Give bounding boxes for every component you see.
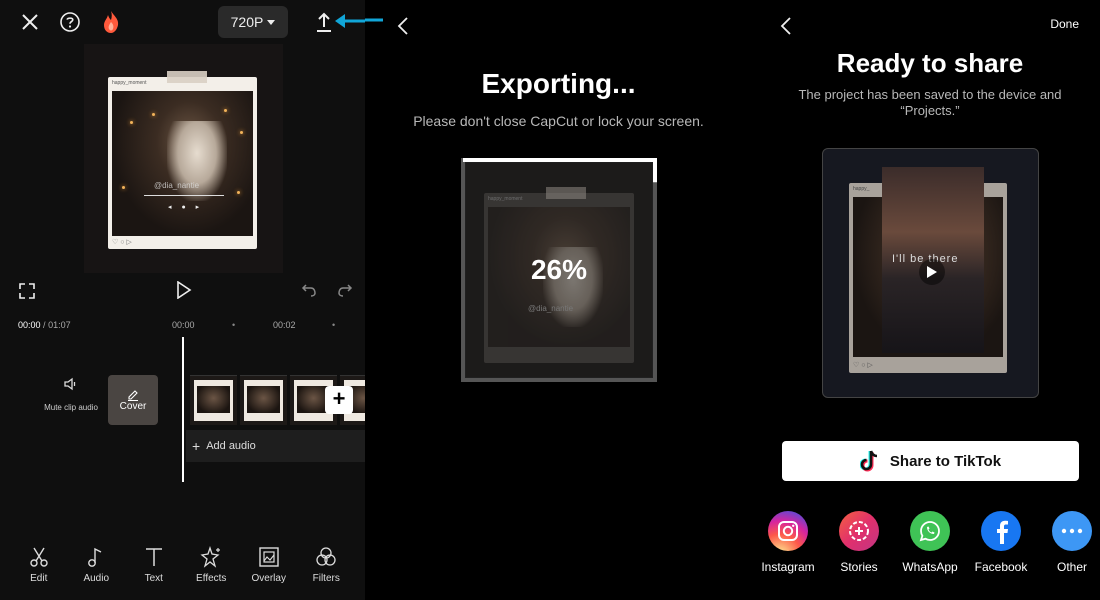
tiktok-icon xyxy=(859,450,878,472)
mute-clip-audio-label: Mute clip audio xyxy=(44,403,98,412)
resolution-dropdown[interactable]: 720P xyxy=(218,6,288,38)
fullscreen-icon[interactable] xyxy=(16,280,38,302)
share-other-button[interactable]: Other xyxy=(1036,511,1100,574)
instagram-frame-graphic: happy_moment @dia_nantie ◂ ● ▸ ♡ ○ ▷ xyxy=(108,77,257,249)
overlay-image-icon xyxy=(259,547,279,567)
preview-caption: @dia_nantie xyxy=(154,181,200,190)
play-icon[interactable] xyxy=(919,259,945,285)
tool-filters[interactable]: Filters xyxy=(301,546,351,584)
share-target-label: Facebook xyxy=(974,560,1028,574)
timecode-current: 00:00 xyxy=(18,320,41,330)
preview-username: happy_ xyxy=(853,186,870,192)
play-icon[interactable] xyxy=(172,278,196,302)
tool-edit[interactable]: Edit xyxy=(14,546,64,584)
undo-icon[interactable] xyxy=(299,280,319,300)
share-target-label: Instagram xyxy=(761,560,815,574)
tool-audio[interactable]: Audio xyxy=(71,546,121,584)
close-icon[interactable] xyxy=(18,10,42,34)
share-to-tiktok-button[interactable]: Share to TikTok xyxy=(782,441,1079,481)
back-chevron-icon[interactable] xyxy=(393,14,413,38)
ready-subtitle: The project has been saved to the device… xyxy=(798,87,1062,118)
timecode-total: 01:07 xyxy=(48,320,71,330)
help-icon[interactable] xyxy=(58,10,82,34)
cover-label: Cover xyxy=(119,400,147,412)
mute-clip-audio-button[interactable]: Mute clip audio xyxy=(43,376,99,412)
share-target-label: WhatsApp xyxy=(902,560,958,574)
ruler-mark: 00:02 xyxy=(273,320,296,330)
progress-border xyxy=(461,158,657,382)
tool-label: Text xyxy=(144,573,163,584)
share-stories-button[interactable]: Stories xyxy=(823,511,895,574)
plus-icon: + xyxy=(192,438,201,454)
text-icon xyxy=(145,548,162,566)
stories-icon xyxy=(839,511,879,551)
add-audio-label: Add audio xyxy=(206,440,256,452)
exported-video-preview[interactable]: happy_ ♡ ○ ▷ I'll be there xyxy=(822,148,1039,398)
tool-effects[interactable]: Effects xyxy=(186,546,236,584)
resolution-label: 720P xyxy=(230,14,264,30)
scissors-icon xyxy=(30,547,48,567)
share-instagram-button[interactable]: Instagram xyxy=(752,511,824,574)
fire-icon[interactable] xyxy=(99,9,123,35)
exporting-panel: Exporting... Please don't close CapCut o… xyxy=(365,0,752,600)
editor-panel: 720P happy_moment @dia_nantie ◂ ● ▸ ♡ ○ … xyxy=(0,0,365,600)
clip-thumbnail[interactable] xyxy=(190,375,237,425)
add-clip-button[interactable]: + xyxy=(325,386,353,414)
redo-icon[interactable] xyxy=(335,280,355,300)
more-dots-icon xyxy=(1052,511,1092,551)
chevron-down-icon xyxy=(267,19,276,25)
sparkle-star-icon xyxy=(200,546,221,568)
tool-label: Audio xyxy=(83,573,110,584)
export-progress-preview: happy_moment @dia_nantie 26% xyxy=(461,158,657,382)
exporting-subtitle: Please don't close CapCut or lock your s… xyxy=(413,113,704,129)
tool-label: Effects xyxy=(196,573,227,584)
clip-thumbnail[interactable] xyxy=(240,375,287,425)
playhead[interactable] xyxy=(182,337,184,482)
timecode: 00:00 / 01:07 xyxy=(18,320,71,330)
cover-button[interactable]: Cover xyxy=(108,375,158,425)
done-button[interactable]: Done xyxy=(1050,17,1079,31)
whatsapp-icon xyxy=(910,511,950,551)
exporting-title: Exporting... xyxy=(481,68,636,99)
tool-overlay[interactable]: Overlay xyxy=(244,546,294,584)
bottom-toolbar: Edit Audio Text Effects Overlay Filters xyxy=(0,546,365,584)
facebook-icon xyxy=(981,511,1021,551)
share-target-label: Stories xyxy=(840,560,878,574)
tool-text[interactable]: Text xyxy=(129,546,179,584)
music-note-icon xyxy=(88,547,102,567)
instagram-icon xyxy=(768,511,808,551)
share-to-tiktok-label: Share to TikTok xyxy=(889,452,1002,470)
share-whatsapp-button[interactable]: WhatsApp xyxy=(894,511,966,574)
preview-username: happy_moment xyxy=(112,80,147,86)
tool-label: Edit xyxy=(30,573,48,584)
share-facebook-button[interactable]: Facebook xyxy=(965,511,1037,574)
filters-circles-icon xyxy=(316,547,336,566)
annotation-arrow xyxy=(335,14,365,28)
pencil-icon xyxy=(128,389,138,401)
tool-label: Overlay xyxy=(251,573,286,584)
speaker-icon xyxy=(64,377,76,391)
share-target-label: Other xyxy=(1056,560,1087,574)
share-targets: Instagram Stories WhatsApp Facebook Othe… xyxy=(752,511,1100,581)
back-chevron-icon[interactable] xyxy=(776,14,796,38)
tool-label: Filters xyxy=(312,573,340,584)
add-audio-button[interactable]: + Add audio xyxy=(186,430,365,462)
ready-title: Ready to share xyxy=(836,48,1024,78)
share-panel: Done Ready to share The project has been… xyxy=(752,0,1100,600)
ruler-mark: 00:00 xyxy=(172,320,195,330)
video-preview[interactable]: happy_moment @dia_nantie ◂ ● ▸ ♡ ○ ▷ xyxy=(84,44,283,273)
